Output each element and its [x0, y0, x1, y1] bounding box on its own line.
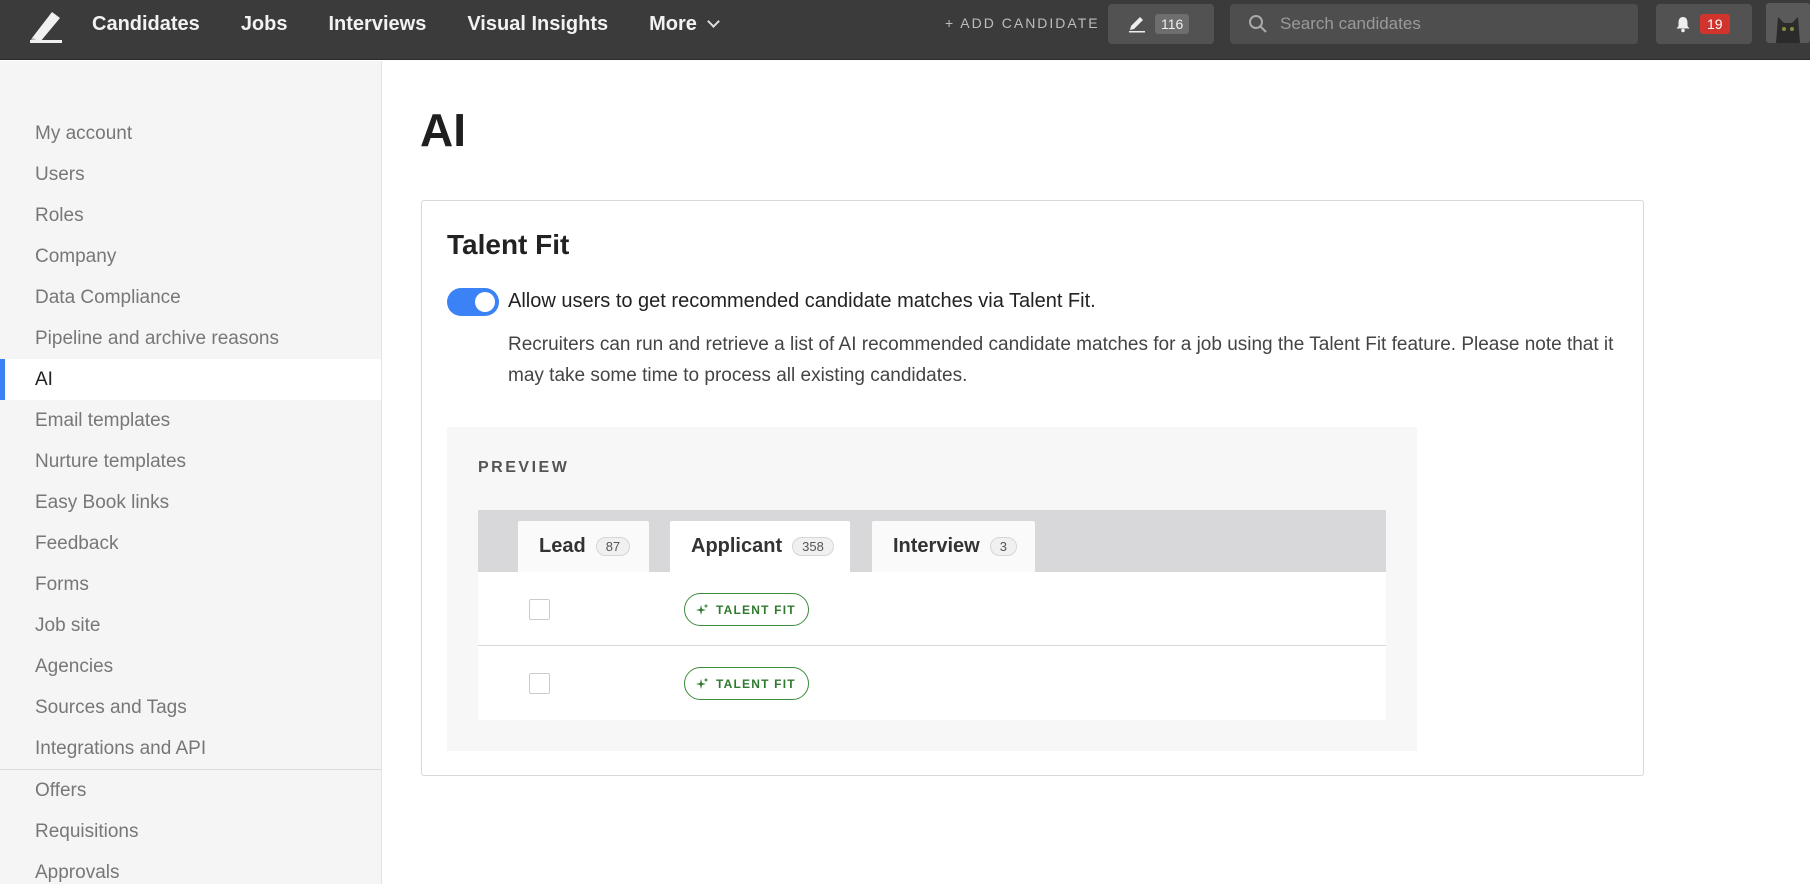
- talent-fit-badge[interactable]: TALENT FIT: [684, 667, 809, 700]
- table-row: TALENT FIT: [478, 646, 1386, 720]
- sidebar-item-data-compliance[interactable]: Data Compliance: [0, 277, 381, 318]
- tab-interview[interactable]: Interview 3: [872, 521, 1035, 572]
- lever-logo-icon[interactable]: [28, 8, 64, 44]
- sidebar-item-offers[interactable]: Offers: [0, 770, 381, 811]
- tab-applicant-label: Applicant: [691, 535, 783, 557]
- pen-count-badge: 116: [1155, 14, 1190, 34]
- sidebar-item-company[interactable]: Company: [0, 236, 381, 277]
- sidebar-item-job-site[interactable]: Job site: [0, 605, 381, 646]
- sidebar-item-requisitions[interactable]: Requisitions: [0, 811, 381, 852]
- main-nav: Candidates Jobs Interviews Visual Insigh…: [92, 0, 759, 48]
- chevron-down-icon: [707, 14, 720, 28]
- tab-interview-count: 3: [989, 537, 1017, 556]
- tab-interview-label: Interview: [893, 535, 980, 557]
- nav-interviews[interactable]: Interviews: [329, 13, 427, 36]
- nav-candidates[interactable]: Candidates: [92, 13, 200, 36]
- talent-fit-card: Talent Fit Allow users to get recommende…: [421, 200, 1644, 776]
- sidebar-item-feedback[interactable]: Feedback: [0, 523, 381, 564]
- sidebar-item-nurture-templates[interactable]: Nurture templates: [0, 441, 381, 482]
- table-row: TALENT FIT: [478, 572, 1386, 646]
- tab-lead-count: 87: [595, 537, 631, 556]
- talent-fit-badge-label: TALENT FIT: [716, 676, 796, 691]
- add-candidate-button[interactable]: + ADD CANDIDATE: [945, 15, 1100, 31]
- pen-icon: [1129, 17, 1145, 33]
- sidebar-item-email-templates[interactable]: Email templates: [0, 400, 381, 441]
- row-checkbox[interactable]: [529, 599, 550, 620]
- tab-applicant-count: 358: [792, 537, 834, 556]
- nav-visual-insights[interactable]: Visual Insights: [467, 13, 608, 36]
- page-title: AI: [420, 104, 466, 156]
- candidate-rows: TALENT FIT TALENT FIT: [478, 572, 1386, 720]
- sidebar-item-roles[interactable]: Roles: [0, 195, 381, 236]
- search-box: [1230, 4, 1638, 44]
- sidebar-item-ai[interactable]: AI: [0, 359, 381, 400]
- sparkle-icon: [696, 677, 709, 689]
- talent-fit-toggle-label: Allow users to get recommended candidate…: [508, 290, 1096, 312]
- sidebar-item-sources-and-tags[interactable]: Sources and Tags: [0, 687, 381, 728]
- tab-applicant[interactable]: Applicant 358: [670, 521, 850, 572]
- sidebar-item-easy-book-links[interactable]: Easy Book links: [0, 482, 381, 523]
- sidebar-item-pipeline-archive-reasons[interactable]: Pipeline and archive reasons: [0, 318, 381, 359]
- nav-jobs[interactable]: Jobs: [241, 13, 288, 36]
- talent-fit-preview: PREVIEW Lead 87 Applicant 358 Interview …: [447, 427, 1417, 751]
- tab-lead-label: Lead: [539, 535, 586, 557]
- toggle-knob: [475, 292, 495, 312]
- tab-lead[interactable]: Lead 87: [518, 521, 649, 572]
- nav-more[interactable]: More: [649, 12, 720, 36]
- talent-fit-title: Talent Fit: [447, 229, 570, 260]
- sidebar-item-agencies[interactable]: Agencies: [0, 646, 381, 687]
- notification-count-badge: 19: [1700, 14, 1730, 34]
- sparkle-icon: [696, 603, 709, 615]
- pen-button[interactable]: 116: [1108, 4, 1214, 44]
- talent-fit-description: Recruiters can run and retrieve a list o…: [508, 334, 1614, 386]
- bell-icon: [1676, 17, 1690, 33]
- top-navigation-bar: Candidates Jobs Interviews Visual Insigh…: [0, 0, 1810, 60]
- search-input[interactable]: [1280, 14, 1620, 34]
- talent-fit-badge-label: TALENT FIT: [716, 602, 796, 617]
- talent-fit-badge[interactable]: TALENT FIT: [684, 593, 809, 626]
- sidebar-item-my-account[interactable]: My account: [0, 113, 381, 154]
- pipeline-tabs: Lead 87 Applicant 358 Interview 3: [478, 510, 1386, 572]
- preview-label: PREVIEW: [478, 459, 570, 476]
- settings-menu: My account Users Roles Company Data Comp…: [0, 113, 381, 893]
- sidebar-item-approvals[interactable]: Approvals: [0, 852, 381, 893]
- nav-more-label: More: [649, 12, 697, 35]
- sidebar-item-integrations-api[interactable]: Integrations and API: [0, 728, 381, 769]
- talent-fit-toggle[interactable]: [447, 288, 499, 316]
- row-checkbox[interactable]: [529, 673, 550, 694]
- settings-sidebar: My account Users Roles Company Data Comp…: [0, 61, 382, 884]
- search-icon: [1249, 15, 1267, 33]
- notifications-button[interactable]: 19: [1656, 4, 1752, 44]
- user-avatar[interactable]: [1766, 3, 1810, 43]
- cat-avatar-image: [1766, 3, 1810, 43]
- sidebar-item-users[interactable]: Users: [0, 154, 381, 195]
- sidebar-item-forms[interactable]: Forms: [0, 564, 381, 605]
